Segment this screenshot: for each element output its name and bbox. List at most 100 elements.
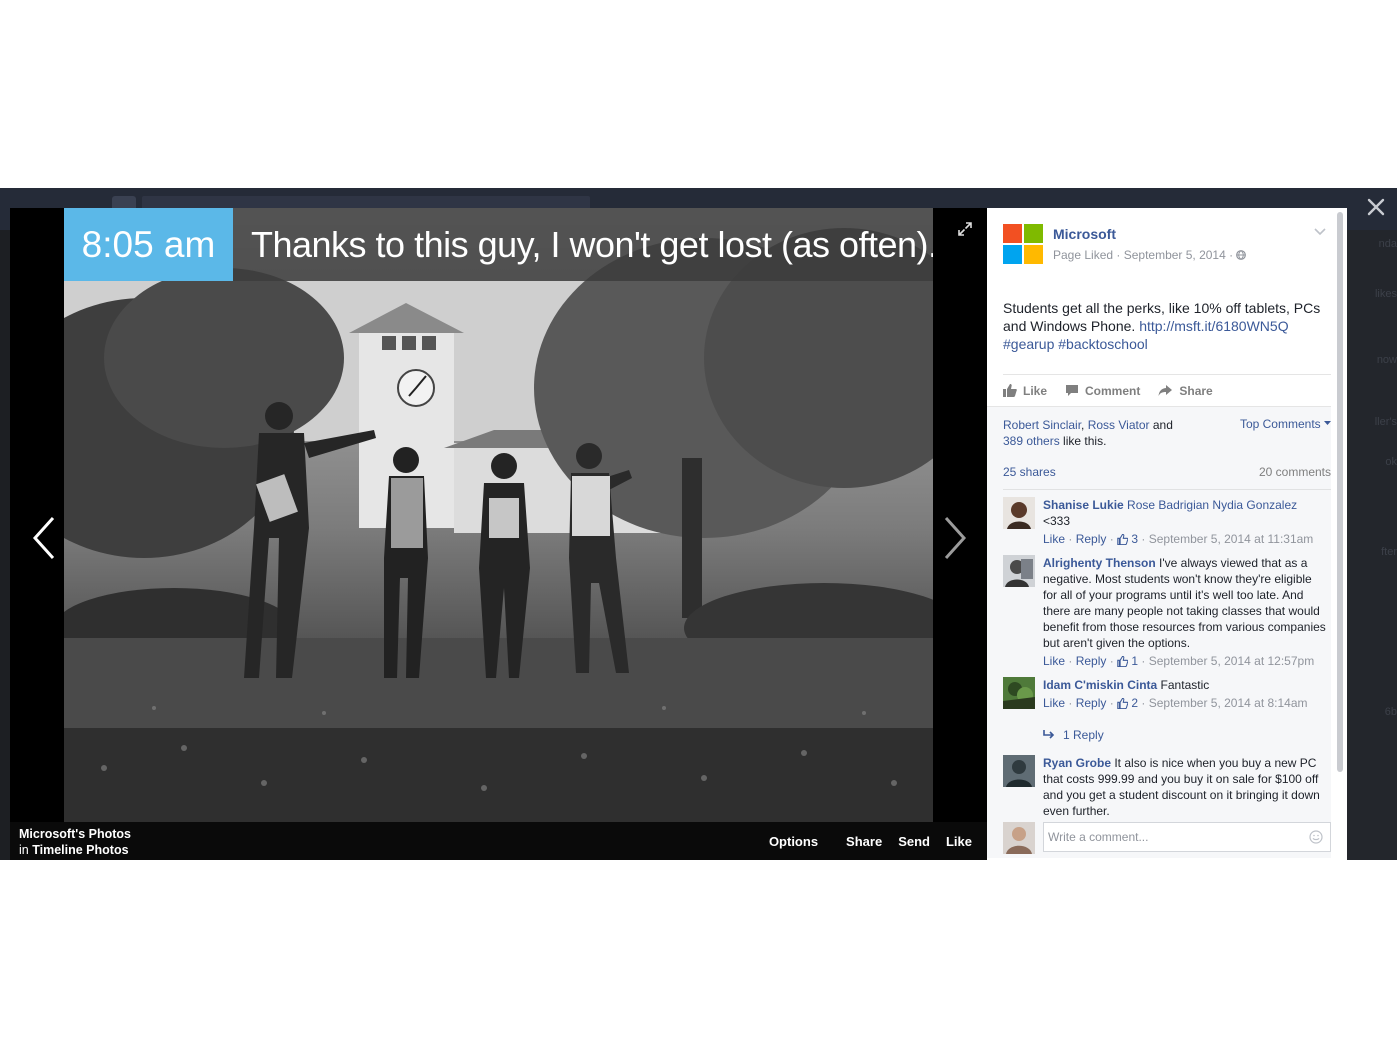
comment-like-count[interactable]: 1 <box>1131 654 1138 668</box>
photo-viewer-overlay: nda likes now ller's ok fter 6b 8:05 am … <box>0 188 1397 860</box>
comment-like-link[interactable]: Like <box>1043 532 1065 546</box>
comment-like-count[interactable]: 2 <box>1131 696 1138 710</box>
album-line: in Timeline Photos <box>19 843 129 857</box>
avatar[interactable] <box>1003 497 1035 529</box>
thumbs-up-icon <box>1117 656 1129 667</box>
thumbs-up-icon <box>1117 698 1129 709</box>
post-link[interactable]: http://msft.it/6180WN5Q <box>1139 318 1288 334</box>
dimmed-text: nda <box>1378 238 1397 250</box>
chevron-right-icon <box>944 516 967 560</box>
comment-like-count[interactable]: 3 <box>1131 532 1138 546</box>
next-photo-button[interactable] <box>935 508 975 568</box>
replies-count: 1 Reply <box>1063 728 1104 742</box>
share-label: Share <box>1179 383 1213 398</box>
mention-links[interactable]: Rose Badrigian Nydia Gonzalez <box>1124 498 1297 512</box>
divider <box>1003 489 1331 490</box>
send-photo-button[interactable]: Send <box>898 834 930 849</box>
like-photo-button[interactable]: Like <box>946 834 972 849</box>
options-button[interactable]: Options <box>769 834 818 849</box>
share-button[interactable]: Share <box>1158 383 1213 398</box>
liker-link[interactable]: Ross Viator <box>1088 418 1150 432</box>
avatar[interactable] <box>1003 555 1035 587</box>
panel-scrollbar[interactable] <box>1337 212 1343 772</box>
liker-link[interactable]: Robert Sinclair <box>1003 418 1081 432</box>
comment-body: Shanise Lukie Rose Badrigian Nydia Gonza… <box>1043 497 1328 548</box>
chevron-left-icon <box>32 516 55 560</box>
photo-footer-bar: Microsoft's Photos in Timeline Photos Op… <box>10 822 987 860</box>
comment-author-link[interactable]: Ryan Grobe <box>1043 756 1111 770</box>
comment-text: Fantastic <box>1157 678 1210 692</box>
comment-sort-label: Top Comments <box>1239 417 1321 431</box>
photo-stage: 8:05 am Thanks to this guy, I won't get … <box>10 208 987 860</box>
photo-illustration <box>64 228 933 822</box>
post-message: Students get all the perks, like 10% off… <box>1003 299 1333 353</box>
dimmed-text: likes <box>1374 288 1397 300</box>
album-owner-link[interactable]: Microsoft's Photos <box>19 827 131 841</box>
photo-caption-overlay: Thanks to this guy, I won't get lost (as… <box>233 208 933 281</box>
comment-meta: Like · Reply · 1 · September 5, 2014 at … <box>1043 654 1315 668</box>
thumbs-up-icon <box>1003 384 1017 397</box>
comment-author-link[interactable]: Alrighenty Thenson <box>1043 556 1156 570</box>
previous-photo-button[interactable] <box>24 508 64 568</box>
share-photo-button[interactable]: Share <box>846 834 882 849</box>
comment-timestamp[interactable]: September 5, 2014 at 8:14am <box>1149 696 1308 710</box>
avatar[interactable] <box>1003 822 1035 854</box>
photo-actions: Options Share Send Like <box>753 834 972 849</box>
likers-comma: , <box>1081 418 1088 432</box>
post-action-bar: Like Comment Share <box>1003 374 1331 406</box>
likers-and: and <box>1149 418 1173 432</box>
comment-like-link[interactable]: Like <box>1043 654 1065 668</box>
comment-meta: Like · Reply · 2 · September 5, 2014 at … <box>1043 696 1308 710</box>
view-replies-link[interactable]: 1 Reply <box>1043 728 1104 742</box>
post-meta: Page Liked · September 5, 2014 · <box>1053 248 1247 262</box>
microsoft-logo-icon[interactable] <box>1003 224 1043 264</box>
comment-text: <333 <box>1043 514 1071 528</box>
comment-reply-link[interactable]: Reply <box>1076 696 1107 710</box>
comment-label: Comment <box>1085 383 1141 398</box>
others-liked-link[interactable]: 389 others <box>1003 434 1060 448</box>
caret-down-icon <box>1324 421 1331 425</box>
comment-body: Idam C'miskin Cinta Fantastic Like · Rep… <box>1043 677 1328 712</box>
comment-author-link[interactable]: Idam C'miskin Cinta <box>1043 678 1157 692</box>
emoji-icon[interactable] <box>1309 830 1323 844</box>
likers-suffix: like this. <box>1059 434 1107 448</box>
fullscreen-icon[interactable] <box>958 222 972 236</box>
globe-icon <box>1236 250 1247 260</box>
share-arrow-icon <box>1158 385 1173 396</box>
comment-input[interactable] <box>1043 822 1331 852</box>
comment-timestamp[interactable]: September 5, 2014 at 12:57pm <box>1149 654 1314 668</box>
comment-like-link[interactable]: Like <box>1043 696 1065 710</box>
comment-reply-link[interactable]: Reply <box>1076 532 1107 546</box>
comment-body: Ryan Grobe It also is nice when you buy … <box>1043 755 1328 819</box>
time-overlay: 8:05 am <box>64 208 233 281</box>
album-prefix: in <box>19 843 29 857</box>
post-meta-text: Page Liked · September 5, 2014 · <box>1053 248 1237 262</box>
comment-meta: Like · Reply · 3 · September 5, 2014 at … <box>1043 532 1314 546</box>
page-name-link[interactable]: Microsoft <box>1053 226 1116 242</box>
social-section: Robert Sinclair, Ross Viator and 389 oth… <box>987 406 1331 858</box>
comment-reply-link[interactable]: Reply <box>1076 654 1107 668</box>
comment-author-link[interactable]: Shanise Lukie <box>1043 498 1124 512</box>
avatar[interactable] <box>1003 755 1035 787</box>
album-name-link[interactable]: Timeline Photos <box>32 843 128 857</box>
dimmed-text: fter <box>1381 546 1397 558</box>
comment-composer <box>1003 820 1331 854</box>
comment-timestamp[interactable]: September 5, 2014 at 11:31am <box>1149 532 1314 546</box>
close-icon[interactable] <box>1366 197 1386 217</box>
like-label: Like <box>1023 383 1048 398</box>
thumbs-up-icon <box>1117 534 1129 545</box>
dimmed-text: 6b <box>1384 706 1397 718</box>
post-hashtags[interactable]: #gearup #backtoschool <box>1003 336 1148 352</box>
comment-body: Alrighenty Thenson I've always viewed th… <box>1043 555 1328 670</box>
comment-icon <box>1066 385 1079 396</box>
comment-sort-dropdown[interactable]: Top Comments <box>1240 417 1331 431</box>
comment-button[interactable]: Comment <box>1065 384 1140 398</box>
comment-text: I've always viewed that as a negative. M… <box>1043 556 1326 650</box>
avatar[interactable] <box>1003 677 1035 709</box>
comments-count-link[interactable]: 20 comments <box>1259 465 1331 479</box>
chevron-down-icon[interactable] <box>1314 228 1326 236</box>
timeline-photo[interactable]: 8:05 am Thanks to this guy, I won't get … <box>64 208 933 822</box>
likers-summary: Robert Sinclair, Ross Viator and 389 oth… <box>1003 417 1203 449</box>
like-button[interactable]: Like <box>1003 384 1047 398</box>
shares-count-link[interactable]: 25 shares <box>1003 465 1056 479</box>
